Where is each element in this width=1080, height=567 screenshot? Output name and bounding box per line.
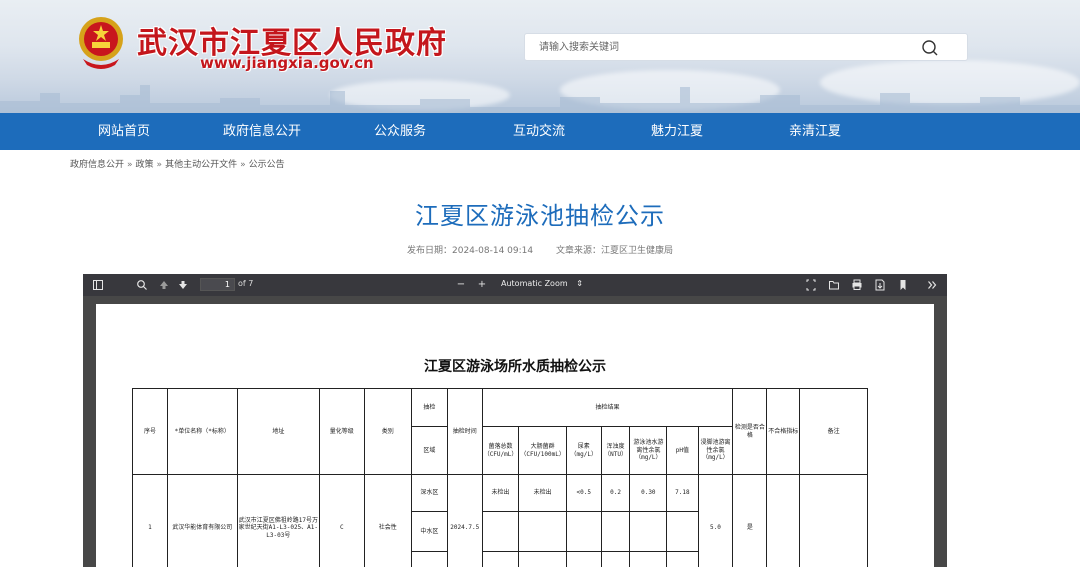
cell-coliform [518, 511, 567, 552]
cell-turbidity: 0.2 [600, 474, 631, 512]
open-file-icon[interactable] [828, 278, 840, 292]
bookmark-icon[interactable] [897, 278, 909, 292]
print-icon[interactable] [851, 278, 863, 292]
col-header-unit: *单位名称（*标称） [166, 388, 238, 475]
col-header-area: 区域 [410, 426, 448, 475]
cell-coliform [518, 551, 567, 567]
cell-area [410, 551, 448, 567]
nav-item-interaction[interactable]: 互动交流 [479, 113, 599, 150]
search-box [524, 33, 968, 61]
col-header-turbidity: 浑浊度（NTU） [600, 426, 631, 475]
cell-urea [565, 551, 602, 567]
cell-remark [799, 474, 868, 567]
col-header-unqualified-item: 不合格指标 [766, 388, 801, 475]
breadcrumb-item[interactable]: 政策 [136, 160, 154, 170]
site-url[interactable]: www.jiangxia.gov.cn [200, 54, 374, 72]
col-header-category: 类别 [363, 388, 412, 475]
cell-urea: <0.5 [565, 474, 602, 512]
cell-category: 社会性 [363, 474, 412, 567]
col-header-seq: 序号 [132, 388, 168, 475]
col-header-coliform: 大肠菌群（CFU/100mL） [518, 426, 567, 475]
cell-colony: 未检出 [481, 474, 520, 512]
cell-chlorine [629, 511, 668, 552]
cell-unit: 武汉华能体育有限公司 [166, 474, 238, 567]
cell-seq: 1 [132, 474, 168, 567]
breadcrumb-separator: » [156, 160, 163, 170]
nav-item-gov-info[interactable]: 政府信息公开 [202, 113, 322, 150]
find-icon[interactable] [136, 278, 148, 292]
download-icon[interactable] [874, 278, 886, 292]
cell-unqualified-item [766, 474, 801, 567]
next-page-icon[interactable] [177, 278, 189, 292]
cell-colony [481, 551, 520, 567]
breadcrumb-separator: » [240, 160, 246, 170]
cell-area: 中水区 [410, 511, 448, 552]
page-count: of 7 [238, 279, 254, 288]
search-icon[interactable] [921, 39, 939, 57]
page-number-input[interactable]: 1 [200, 278, 235, 291]
zoom-in-button[interactable]: + [476, 278, 488, 292]
previous-page-icon[interactable] [158, 278, 170, 292]
cell-ph [666, 551, 699, 567]
col-header-colony: 菌落总数（CFU/mL） [481, 426, 520, 475]
col-header-result: 抽检结果 [481, 388, 734, 427]
search-input[interactable] [539, 38, 899, 56]
cell-turbidity [600, 511, 631, 552]
cell-ph [666, 511, 699, 552]
document-title: 江夏区游泳场所水质抽检公示 [424, 359, 606, 375]
site-header: 武汉市江夏区人民政府 www.jiangxia.gov.cn [0, 0, 1080, 113]
col-header-urea: 尿素（mg/L） [565, 426, 602, 475]
article-source: 文章来源：江夏区卫生健康局 [555, 246, 673, 256]
water-quality-table: 序号 *单位名称（*标称） 地址 量化等级 类别 抽检 抽检时间 抽检结果 检测… [132, 388, 868, 567]
breadcrumb-item[interactable]: 公示公告 [249, 160, 285, 170]
col-header-footbath: 浸脚池游离性余氯（mg/L） [697, 426, 734, 475]
city-skyline-decoration [0, 85, 1080, 113]
col-header-time: 抽检时间 [446, 388, 483, 475]
col-header-qualified: 检测是否合格 [732, 388, 768, 475]
col-header-remark: 备注 [799, 388, 868, 475]
cell-urea [565, 511, 602, 552]
national-emblem-icon[interactable] [75, 15, 127, 71]
cell-qualified: 是 [732, 474, 768, 567]
breadcrumb-separator: » [127, 160, 133, 170]
cell-footbath: 5.0 [697, 474, 734, 567]
cell-grade: C [319, 474, 365, 567]
pdf-page: 江夏区游泳场所水质抽检公示 序号 *单位名称（*标称） 地址 量化等级 类别 抽… [96, 304, 934, 567]
sidebar-toggle-icon[interactable] [92, 278, 104, 292]
nav-item-charm-jiangxia[interactable]: 魅力江夏 [617, 113, 737, 150]
col-header-grade: 量化等级 [319, 388, 365, 475]
publish-date: 发布日期：2024-08-14 09:14 [407, 246, 534, 256]
cell-chlorine [629, 551, 668, 567]
cell-address: 武汉市江夏区佛祖岭路17号万家世纪天街A1-L3-025、A1-L3-03号 [236, 474, 321, 567]
tools-menu-icon[interactable] [926, 278, 938, 292]
breadcrumb: 政府信息公开» 政策» 其他主动公开文件» 公示公告 [70, 157, 285, 170]
cell-time: 2024.7.5 [446, 474, 483, 567]
zoom-out-button[interactable]: − [455, 278, 467, 292]
pdf-toolbar: 1 of 7 − + Automatic Zoom ⇕ [83, 274, 947, 296]
col-header-ph: pH值 [666, 426, 699, 475]
zoom-select-label: Automatic Zoom [501, 279, 568, 288]
breadcrumb-item[interactable]: 其他主动公开文件 [165, 160, 237, 170]
nav-item-home[interactable]: 网站首页 [64, 113, 184, 150]
nav-item-public-service[interactable]: 公众服务 [340, 113, 460, 150]
cell-turbidity [600, 551, 631, 567]
cell-chlorine: 0.30 [629, 474, 668, 512]
article-meta: 发布日期：2024-08-14 09:14 文章来源：江夏区卫生健康局 [0, 243, 1080, 256]
cell-ph: 7.18 [666, 474, 699, 512]
cell-coliform: 未检出 [518, 474, 567, 512]
main-nav: 网站首页 政府信息公开 公众服务 互动交流 魅力江夏 亲清江夏 [0, 113, 1080, 150]
col-header-chlorine: 游泳池水游离性余氯（mg/L） [629, 426, 668, 475]
cell-colony [481, 511, 520, 552]
page-title: 江夏区游泳池抽检公示 [415, 202, 665, 230]
col-header-sample: 抽检 [410, 388, 448, 427]
col-header-address: 地址 [236, 388, 321, 475]
zoom-select[interactable]: Automatic Zoom ⇕ [501, 279, 583, 288]
table-row: 1 武汉华能体育有限公司 武汉市江夏区佛祖岭路17号万家世纪天街A1-L3-02… [132, 474, 868, 567]
nav-item-qingqing-jiangxia[interactable]: 亲清江夏 [755, 113, 875, 150]
chevron-updown-icon: ⇕ [576, 279, 583, 288]
cell-area: 深水区 [410, 474, 448, 512]
presentation-mode-icon[interactable] [805, 278, 817, 292]
breadcrumb-item[interactable]: 政府信息公开 [70, 160, 124, 170]
pdf-viewer: 1 of 7 − + Automatic Zoom ⇕ 江夏区游泳场所水质抽检公… [83, 274, 947, 567]
